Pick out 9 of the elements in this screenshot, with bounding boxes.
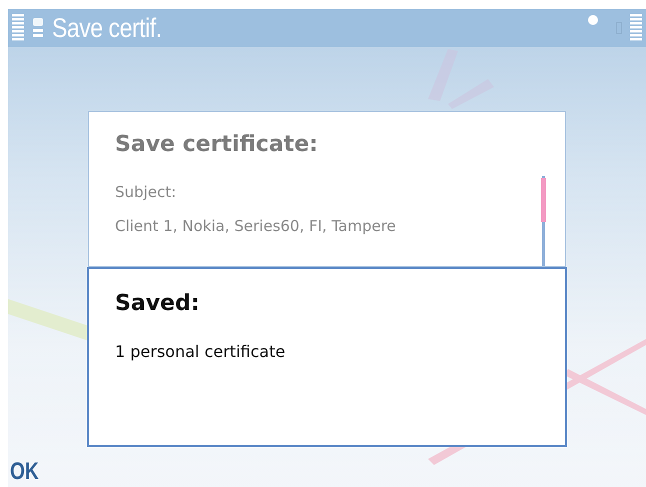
note-message: 1 personal certificate <box>115 342 286 361</box>
ok-softkey[interactable]: OK <box>10 458 39 486</box>
dialog-text: Client 1, Nokia, Series60, FI, Tampere <box>115 217 397 235</box>
status-icon <box>588 15 598 25</box>
note-heading: Saved: <box>115 291 200 316</box>
signal-icon <box>12 13 24 43</box>
dialog-heading: Save certificate: <box>115 132 319 157</box>
window-title: Save certif. <box>52 12 163 44</box>
dialog-text: Subject: <box>115 183 178 201</box>
